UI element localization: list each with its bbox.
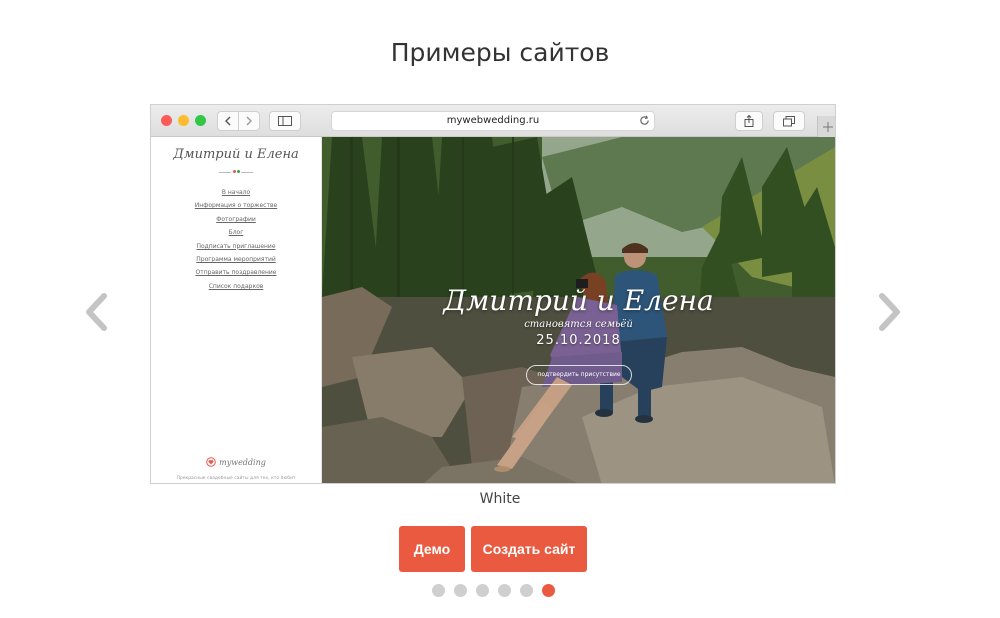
- preview-nav-item: Отправить поздравление: [195, 269, 277, 277]
- preview-hero-photo: Дмитрий и Елена становятся семьёй 25.10.…: [322, 137, 835, 483]
- chevron-right-icon: [246, 116, 252, 126]
- browser-forward-button: [238, 111, 260, 131]
- tabs-icon: [783, 115, 795, 126]
- preview-site-logo: Дмитрий и Елена: [173, 147, 299, 162]
- preview-footer-text: Прекрасные свадебные сайты для тех, кто …: [176, 476, 296, 481]
- preview-nav-item: Подписать приглашение: [196, 242, 276, 250]
- close-window-icon: [161, 115, 172, 126]
- preview-site-nav: В начало Информация о торжестве Фотограф…: [151, 186, 321, 293]
- browser-new-tab-button: [817, 116, 835, 137]
- preview-nav-item: Список подарков: [208, 282, 264, 290]
- share-icon: [744, 115, 754, 127]
- browser-mockup: mywebwedding.ru Дмитрий и Елена В начало…: [150, 104, 836, 484]
- slider-dot[interactable]: [476, 584, 489, 597]
- browser-sidebar-button: [269, 111, 301, 131]
- reload-icon: [640, 115, 649, 125]
- slider-pagination: [432, 584, 555, 597]
- slider-dot[interactable]: [454, 584, 467, 597]
- browser-tabs-button: [773, 111, 805, 131]
- preview-site-sidebar: Дмитрий и Елена В начало Информация о то…: [151, 137, 322, 483]
- browser-toolbar: mywebwedding.ru: [151, 105, 835, 137]
- preview-footer-logo: mywedding: [151, 457, 321, 467]
- create-site-button[interactable]: Создать сайт: [471, 526, 587, 572]
- slide-caption: White: [479, 491, 521, 507]
- slider-dot[interactable]: [542, 584, 555, 597]
- prev-slide-button[interactable]: [78, 290, 114, 334]
- slider-dot[interactable]: [498, 584, 511, 597]
- heart-icon: [206, 457, 216, 467]
- page-title: Примеры сайтов: [390, 38, 610, 67]
- hero-date: 25.10.2018: [536, 333, 621, 348]
- preview-nav-item: Программа мероприятий: [196, 256, 276, 264]
- hero-subtitle: становятся семьёй: [524, 319, 633, 330]
- next-slide-button[interactable]: [872, 290, 908, 334]
- hero-couple-names: Дмитрий и Елена: [443, 284, 714, 317]
- maximize-window-icon: [195, 115, 206, 126]
- browser-share-button: [735, 111, 763, 131]
- footer-logo-text: mywedding: [219, 457, 266, 467]
- preview-nav-item: В начало: [221, 189, 251, 196]
- minimize-window-icon: [178, 115, 189, 126]
- chevron-left-icon: [225, 116, 231, 126]
- hero-rsvp-button: подтвердить присутствие: [526, 365, 632, 385]
- chevron-right-icon: [879, 293, 900, 331]
- demo-button[interactable]: Демо: [399, 526, 465, 572]
- chevron-left-icon: [86, 293, 107, 331]
- preview-nav-item: Фотографии: [216, 215, 256, 223]
- address-bar: mywebwedding.ru: [331, 111, 655, 131]
- slider-dot[interactable]: [432, 584, 445, 597]
- browser-back-button: [217, 111, 239, 131]
- preview-nav-item: Информация о торжестве: [194, 202, 278, 210]
- preview-nav-item: Блог: [228, 229, 244, 237]
- url-text: mywebwedding.ru: [446, 115, 540, 126]
- sidebar-icon: [278, 116, 292, 126]
- slider-dot[interactable]: [520, 584, 533, 597]
- plus-icon: [822, 121, 833, 132]
- ornament-divider: [219, 170, 253, 176]
